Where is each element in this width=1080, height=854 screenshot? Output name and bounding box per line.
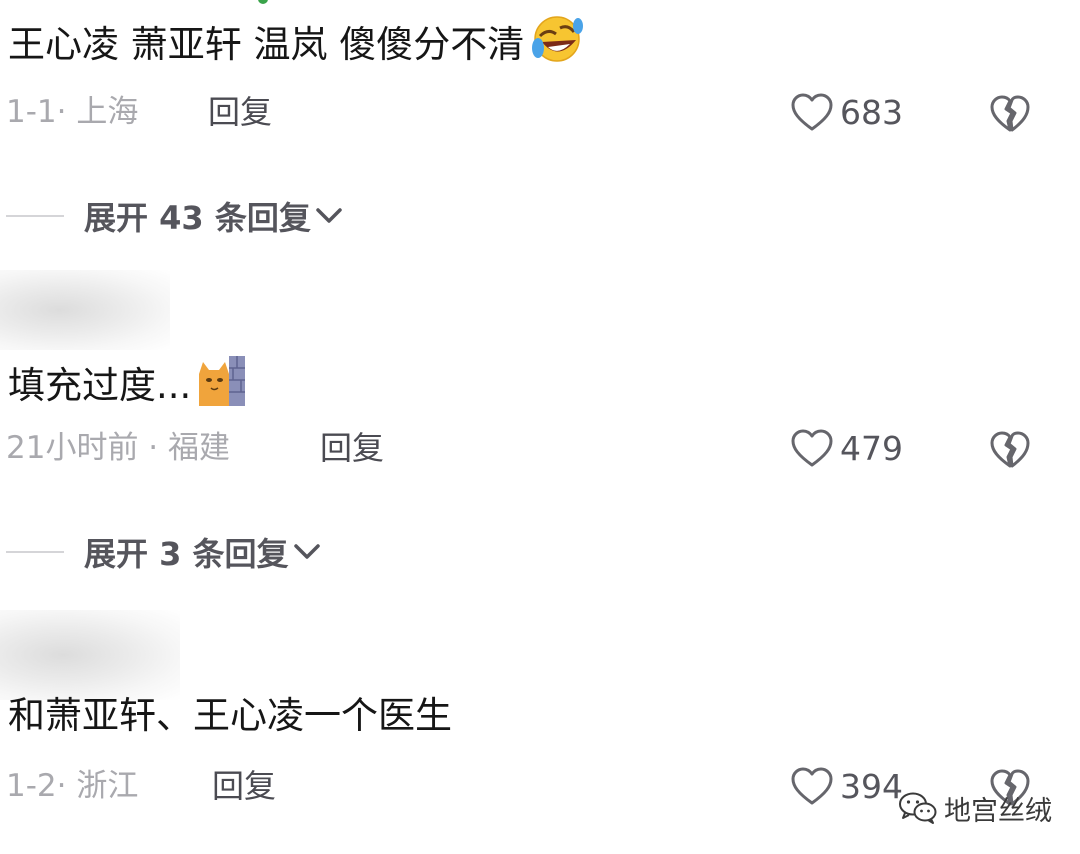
chevron-down-icon	[293, 544, 320, 559]
comment-text-3: 和萧亚轩、王心凌一个医生	[8, 692, 452, 740]
expand-label-1: 展开 43 条回复	[84, 199, 311, 237]
heart-icon	[791, 93, 833, 131]
comment-meta-3: 1-2· 浙江	[6, 768, 139, 804]
watermark: 地宫丝绒	[898, 788, 1052, 828]
comment-meta-2: 21小时前 · 福建	[6, 430, 231, 466]
heart-icon	[791, 429, 833, 467]
reply-button-3[interactable]: 回复	[212, 766, 276, 806]
like-button-2[interactable]: 479	[790, 426, 903, 470]
comment-item-3: 和萧亚轩、王心凌一个医生 1-2· 浙江 回复 394	[0, 684, 1080, 854]
comment-text-1-content: 王心凌 萧亚轩 温岚 傻傻分不清	[8, 23, 525, 66]
expand-label-2: 展开 3 条回复	[84, 535, 289, 573]
blurred-username	[0, 270, 170, 350]
chevron-down-icon	[316, 208, 342, 223]
heart-icon	[791, 767, 833, 805]
like-count-1: 683	[840, 92, 903, 132]
like-count-2: 479	[840, 428, 903, 468]
comment-text-2-content: 填充过度...	[8, 364, 192, 407]
comment-text-3-content: 和萧亚轩、王心凌一个医生	[8, 694, 452, 737]
like-button-3[interactable]: 394	[790, 764, 903, 808]
broken-heart-icon[interactable]	[988, 92, 1032, 136]
wechat-icon	[899, 792, 937, 824]
expand-divider-2	[6, 551, 64, 553]
comment-meta-1: 1-1· 上海	[6, 94, 139, 130]
comment-item-2: 填充过度... 21小时前 · 福建 回复 479	[0, 340, 1080, 490]
expand-replies-button-2[interactable]: 展开 3 条回复	[0, 530, 321, 574]
expand-divider-1	[6, 215, 64, 217]
expand-replies-button-1[interactable]: 展开 43 条回复	[0, 194, 343, 238]
reply-button-1[interactable]: 回复	[208, 92, 272, 132]
like-button-1[interactable]: 683	[790, 90, 903, 134]
comment-text-1: 王心凌 萧亚轩 温岚 傻傻分不清	[8, 14, 586, 76]
cat-behind-wall-emoji-icon	[195, 352, 249, 420]
rolling-laughing-emoji-icon	[528, 14, 586, 76]
reply-button-2[interactable]: 回复	[320, 428, 384, 468]
comment-text-2: 填充过度...	[8, 352, 249, 420]
comment-item-1: 王心凌 萧亚轩 温岚 傻傻分不清 1-1· 上海 回复 683	[0, 0, 1080, 150]
watermark-text: 地宫丝绒	[944, 795, 1052, 827]
like-count-3: 394	[840, 766, 903, 806]
broken-heart-icon[interactable]	[988, 428, 1032, 472]
